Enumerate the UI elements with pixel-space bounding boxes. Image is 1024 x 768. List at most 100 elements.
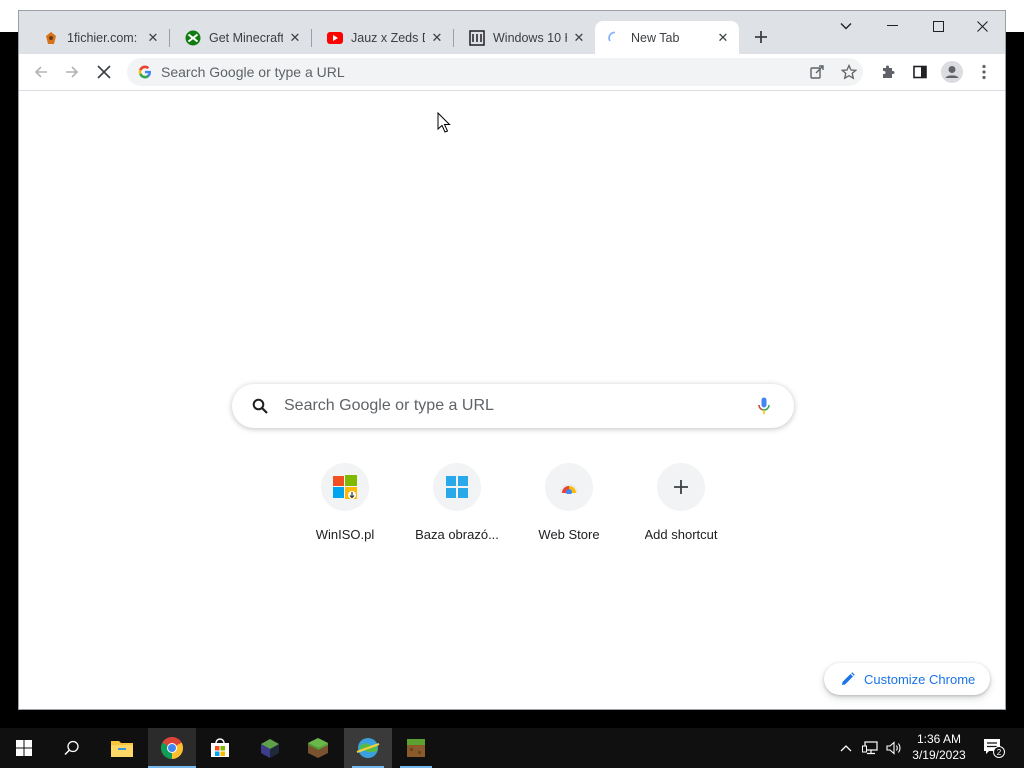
loading-spinner-icon bbox=[607, 30, 623, 46]
tab-windows10[interactable]: Windows 10 H ✕ bbox=[457, 21, 595, 54]
clock-date: 3/19/2023 bbox=[912, 748, 966, 762]
taskbar-minecraft[interactable] bbox=[294, 728, 342, 768]
bookmark-star-icon[interactable] bbox=[841, 64, 857, 80]
share-icon[interactable] bbox=[809, 64, 825, 80]
profile-button[interactable] bbox=[938, 58, 966, 86]
ntp-search-box[interactable] bbox=[232, 384, 794, 428]
tab-title: Jauz x Zeds De bbox=[351, 30, 425, 45]
tab-new-tab[interactable]: New Tab ✕ bbox=[595, 21, 739, 54]
close-tab-icon[interactable]: ✕ bbox=[429, 30, 445, 46]
minimize-icon bbox=[886, 25, 898, 26]
back-button[interactable] bbox=[27, 58, 55, 86]
close-window-button[interactable] bbox=[959, 11, 1005, 41]
maximize-button[interactable] bbox=[915, 11, 961, 41]
clock-time: 1:36 AM bbox=[916, 732, 962, 746]
winiso-icon bbox=[321, 463, 369, 511]
youtube-icon bbox=[327, 30, 343, 46]
taskbar-search-button[interactable] bbox=[48, 728, 96, 768]
chevron-down-icon bbox=[840, 23, 852, 30]
stop-icon bbox=[97, 65, 111, 79]
side-panel-icon bbox=[913, 65, 927, 79]
volume-icon[interactable] bbox=[886, 740, 902, 756]
side-panel-button[interactable] bbox=[906, 58, 934, 86]
action-center-button[interactable]: 2 bbox=[982, 736, 1006, 760]
plus-icon bbox=[657, 463, 705, 511]
stop-loading-button[interactable] bbox=[90, 58, 118, 86]
grass-block-icon bbox=[308, 738, 328, 758]
close-icon bbox=[976, 20, 988, 32]
tab-title: Get Minecraft bbox=[209, 30, 283, 45]
close-tab-icon[interactable]: ✕ bbox=[287, 30, 303, 46]
tab-minecraft[interactable]: Get Minecraft ✕ bbox=[173, 21, 311, 54]
plus-icon bbox=[755, 31, 767, 43]
tab-title: 1fichier.com: C bbox=[67, 30, 141, 45]
kebab-menu-icon bbox=[982, 64, 986, 80]
shortcut-winiso[interactable]: WinISO.pl bbox=[289, 463, 401, 553]
chrome-menu-button[interactable] bbox=[970, 58, 998, 86]
tab-separator bbox=[453, 29, 454, 47]
pencil-icon bbox=[840, 671, 856, 687]
taskbar: 1:36 AM 3/19/2023 2 bbox=[0, 728, 1024, 768]
tab-title: Windows 10 H bbox=[493, 30, 567, 45]
start-button[interactable] bbox=[0, 728, 48, 768]
address-bar[interactable] bbox=[127, 58, 863, 86]
tab-title: New Tab bbox=[631, 30, 680, 45]
desktop-edge-left bbox=[0, 32, 18, 728]
taskbar-file-explorer[interactable] bbox=[98, 728, 146, 768]
tray-chevron-up-icon[interactable] bbox=[838, 740, 854, 756]
tab-separator bbox=[169, 29, 170, 47]
google-g-icon bbox=[137, 64, 153, 80]
customize-chrome-button[interactable]: Customize Chrome bbox=[824, 663, 990, 695]
avatar-icon bbox=[941, 61, 963, 83]
desktop-edge-right bbox=[1006, 32, 1024, 728]
notification-count: 2 bbox=[997, 748, 1002, 757]
shortcut-label: Baza obrazó... bbox=[415, 527, 499, 542]
taskbar-minecraft-block[interactable] bbox=[392, 728, 440, 768]
close-tab-icon[interactable]: ✕ bbox=[571, 30, 587, 46]
shortcut-label: WinISO.pl bbox=[315, 527, 375, 542]
tab-strip: 1fichier.com: C ✕ Get Minecraft ✕ Jauz x… bbox=[19, 11, 1005, 54]
shortcut-label: Add shortcut bbox=[644, 527, 718, 542]
shortcut-baza-obrazow[interactable]: Baza obrazó... bbox=[401, 463, 513, 553]
windows-start-icon bbox=[16, 740, 32, 756]
network-icon[interactable] bbox=[862, 740, 878, 756]
desktop-edge-bottom bbox=[0, 710, 1024, 728]
close-tab-icon[interactable]: ✕ bbox=[715, 30, 731, 46]
puzzle-icon bbox=[883, 65, 895, 78]
taskbar-microsoft-store[interactable] bbox=[196, 728, 244, 768]
taskbar-minecraft-launcher[interactable] bbox=[246, 728, 294, 768]
fichier-icon bbox=[43, 30, 59, 46]
store-icon bbox=[211, 738, 229, 757]
system-clock[interactable]: 1:36 AM 3/19/2023 bbox=[906, 731, 972, 765]
minimize-button[interactable] bbox=[869, 11, 915, 41]
ntp-search-input[interactable] bbox=[284, 397, 752, 415]
shortcut-web-store[interactable]: Web Store bbox=[513, 463, 625, 553]
chrome-webstore-icon bbox=[545, 463, 593, 511]
taskbar-gaming-app[interactable] bbox=[344, 728, 392, 768]
tab-youtube[interactable]: Jauz x Zeds De ✕ bbox=[315, 21, 453, 54]
customize-label: Customize Chrome bbox=[864, 671, 976, 687]
xbox-icon bbox=[185, 30, 201, 46]
folder-icon bbox=[111, 741, 133, 757]
forward-button[interactable] bbox=[58, 58, 86, 86]
add-shortcut-button[interactable]: Add shortcut bbox=[625, 463, 737, 553]
notification-icon: 2 bbox=[984, 739, 1005, 758]
chrome-window: 1fichier.com: C ✕ Get Minecraft ✕ Jauz x… bbox=[18, 10, 1006, 710]
close-tab-icon[interactable]: ✕ bbox=[145, 30, 161, 46]
back-arrow-icon bbox=[34, 66, 47, 78]
tab-1fichier[interactable]: 1fichier.com: C ✕ bbox=[31, 21, 169, 54]
tab-search-button[interactable] bbox=[823, 11, 869, 41]
microphone-icon[interactable] bbox=[752, 394, 776, 418]
dirt-block-icon bbox=[407, 739, 425, 757]
mouse-cursor-icon bbox=[437, 112, 451, 133]
omnibox-input[interactable] bbox=[161, 64, 863, 80]
shortcut-label: Web Store bbox=[538, 527, 600, 542]
chrome-icon bbox=[161, 737, 183, 759]
search-icon bbox=[64, 740, 79, 756]
extensions-button[interactable] bbox=[874, 58, 902, 86]
taskbar-chrome[interactable] bbox=[148, 728, 196, 768]
toolbar bbox=[19, 54, 1005, 91]
minecraft-launcher-icon bbox=[261, 739, 279, 758]
maximize-icon bbox=[932, 20, 944, 32]
new-tab-button[interactable] bbox=[749, 25, 773, 49]
